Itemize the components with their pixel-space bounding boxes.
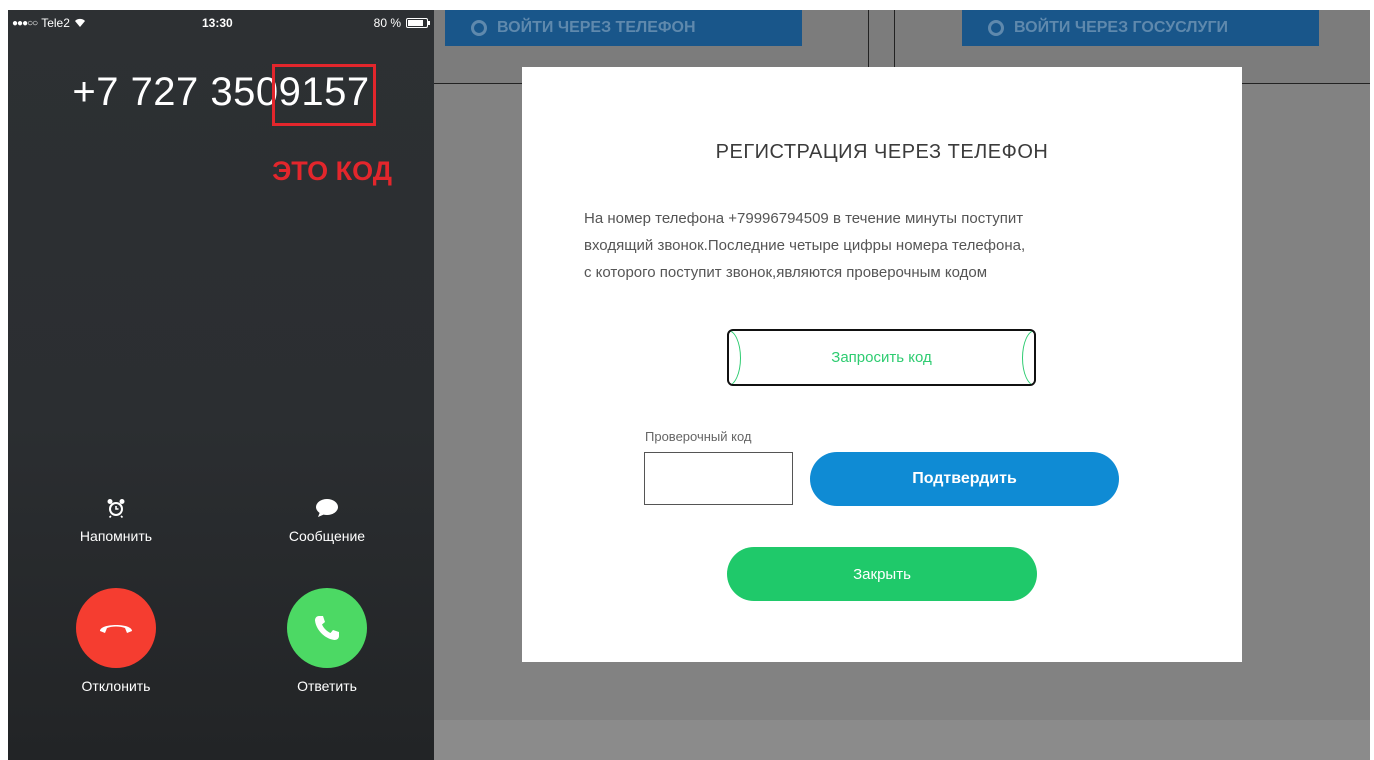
code-annotation: ЭТО КОД: [272, 156, 392, 186]
divider: [868, 10, 869, 68]
phone-incoming-call-screen: ●●●○○ Tele2 13:30 80 % +7 727 3509157 ЭТ…: [8, 10, 434, 760]
carrier-info: ●●●○○ Tele2: [12, 16, 86, 30]
close-button[interactable]: Закрыть: [727, 547, 1037, 601]
focus-arc: [729, 331, 741, 384]
focus-arc: [1022, 331, 1034, 384]
circle-icon: [471, 20, 487, 36]
decline-label: Отклонить: [81, 678, 151, 694]
answer-label: Ответить: [297, 678, 357, 694]
battery-status: 80 %: [373, 16, 430, 30]
divider: [894, 10, 895, 68]
message-action[interactable]: Сообщение: [257, 498, 397, 544]
verification-code-label: Проверочный код: [645, 429, 752, 444]
battery-icon: [406, 18, 430, 28]
close-label: Закрыть: [853, 565, 911, 583]
login-via-gosuslugi-button[interactable]: ВОЙТИ ЧЕРЕЗ ГОСУСЛУГИ: [962, 10, 1319, 46]
description-line: На номер телефона +79996794509 в течение…: [584, 210, 1024, 227]
signal-strength-icon: ●●●○○: [12, 17, 38, 29]
login-via-gosuslugi-label: ВОЙТИ ЧЕРЕЗ ГОСУСЛУГИ: [1014, 19, 1229, 36]
status-bar: ●●●○○ Tele2 13:30 80 %: [8, 12, 434, 34]
dialog-title: РЕГИСТРАЦИЯ ЧЕРЕЗ ТЕЛЕФОН: [715, 141, 1049, 163]
description-line: входящий звонок.Последние четыре цифры н…: [584, 237, 1026, 254]
status-time: 13:30: [202, 16, 233, 30]
alarm-clock-icon: [107, 499, 125, 518]
dialog-description: На номер телефона +79996794509 в течение…: [584, 205, 1204, 286]
decline-round-button[interactable]: [76, 588, 156, 668]
circle-icon: [988, 20, 1004, 36]
description-line: с которого поступит звонок,являются пров…: [584, 264, 988, 281]
wifi-icon: [74, 18, 85, 27]
carrier-name: Tele2: [41, 16, 70, 30]
decline-call-button[interactable]: Отклонить: [46, 588, 186, 694]
request-code-button[interactable]: Запросить код: [727, 329, 1036, 386]
web-footer-area: [434, 720, 1370, 760]
battery-percent: 80 %: [373, 16, 401, 30]
answer-round-button[interactable]: [287, 588, 367, 668]
confirm-label: Подтвердить: [912, 470, 1017, 487]
remind-label: Напомнить: [79, 528, 153, 544]
request-code-label: Запросить код: [831, 349, 932, 366]
remind-action[interactable]: Напомнить: [46, 498, 186, 544]
login-via-phone-label: ВОЙТИ ЧЕРЕЗ ТЕЛЕФОН: [497, 19, 696, 36]
code-highlight-box: [272, 64, 376, 126]
phone-registration-dialog: РЕГИСТРАЦИЯ ЧЕРЕЗ ТЕЛЕФОН На номер телеф…: [522, 67, 1242, 662]
confirm-button[interactable]: Подтвердить: [810, 452, 1119, 506]
login-via-phone-button[interactable]: ВОЙТИ ЧЕРЕЗ ТЕЛЕФОН: [445, 10, 802, 46]
hang-up-icon: [100, 625, 132, 633]
phone-icon: [315, 616, 339, 640]
message-label: Сообщение: [288, 528, 366, 544]
answer-call-button[interactable]: Ответить: [257, 588, 397, 694]
message-bubble-icon: [316, 499, 338, 517]
verification-code-input[interactable]: [644, 452, 793, 505]
